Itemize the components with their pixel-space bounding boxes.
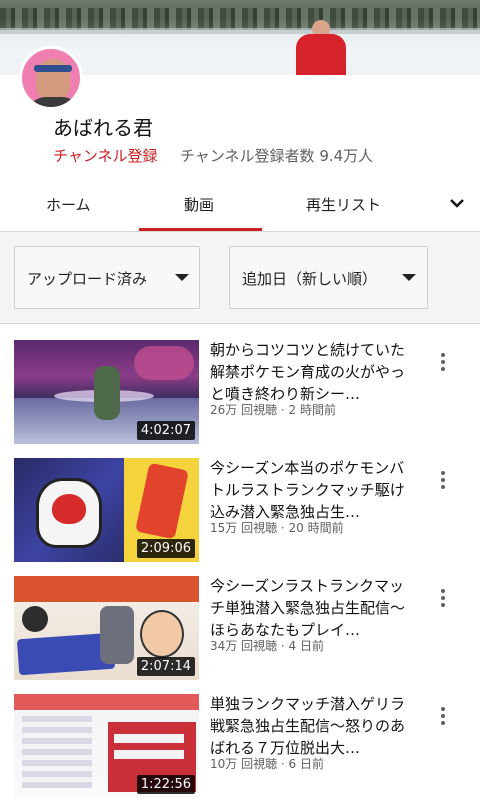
tab-videos[interactable]: 動画: [184, 194, 214, 215]
channel-tabs: ホーム 動画 再生リスト: [0, 176, 480, 232]
more-options-icon[interactable]: [438, 471, 448, 493]
video-meta: 26万 回視聴 · 2 時間前: [210, 403, 336, 417]
video-age: 20 時間前: [288, 521, 344, 535]
video-age: 6 日前: [288, 757, 324, 771]
avatar[interactable]: [19, 46, 83, 110]
more-options-icon[interactable]: [438, 353, 448, 375]
more-options-icon[interactable]: [438, 707, 448, 729]
video-title[interactable]: 今シーズンラストランクマッチ単独潜入緊急独占生配信〜ほらあなたもプレイ…: [210, 575, 410, 641]
sort-filter-label: 追加日（新しい順）: [242, 270, 378, 288]
tab-home[interactable]: ホーム: [46, 194, 91, 215]
upload-filter-label: アップロード済み: [27, 270, 148, 288]
video-duration: 4:02:07: [136, 421, 195, 440]
upload-filter-dropdown[interactable]: アップロード済み: [14, 246, 200, 309]
dropdown-arrow-icon: [175, 274, 189, 281]
video-views: 34万 回視聴: [210, 639, 278, 653]
chevron-down-icon[interactable]: [448, 196, 466, 210]
video-meta: 15万 回視聴 · 20 時間前: [210, 521, 344, 535]
more-options-icon[interactable]: [438, 589, 448, 611]
video-item[interactable]: 1:22:56 単独ランクマッチ潜入ゲリラ戦緊急独占生配信〜怒りのあばれる７万位…: [0, 691, 480, 801]
video-views: 10万 回視聴: [210, 757, 278, 771]
banner-person: [292, 20, 350, 75]
video-duration: 2:09:06: [136, 539, 195, 558]
video-meta: 10万 回視聴 · 6 日前: [210, 757, 324, 771]
video-title[interactable]: 単独ランクマッチ潜入ゲリラ戦緊急独占生配信〜怒りのあばれる７万位脱出大…: [210, 693, 410, 759]
video-item[interactable]: 2:07:14 今シーズンラストランクマッチ単独潜入緊急独占生配信〜ほらあなたも…: [0, 573, 480, 683]
video-age: 4 日前: [288, 639, 324, 653]
subscribe-button[interactable]: チャンネル登録: [53, 145, 158, 166]
video-item[interactable]: 2:09:06 今シーズン本当のポケモンバトルラストランクマッチ駆け込み潜入緊急…: [0, 455, 480, 565]
video-thumbnail[interactable]: 2:07:14: [14, 576, 199, 680]
banner-treeline: [0, 8, 480, 30]
sort-filter-dropdown[interactable]: 追加日（新しい順）: [229, 246, 428, 309]
video-thumbnail[interactable]: 4:02:07: [14, 340, 199, 444]
video-title[interactable]: 今シーズン本当のポケモンバトルラストランクマッチ駆け込み潜入緊急独占生…: [210, 457, 410, 523]
video-views: 26万 回視聴: [210, 403, 278, 417]
filter-bar: アップロード済み 追加日（新しい順）: [0, 232, 480, 324]
tab-playlists[interactable]: 再生リスト: [306, 194, 381, 215]
video-item[interactable]: 4:02:07 朝からコツコツと続けていた解禁ポケモン育成の火がやっと噴き終わり…: [0, 337, 480, 447]
video-thumbnail[interactable]: 2:09:06: [14, 458, 199, 562]
video-thumbnail[interactable]: 1:22:56: [14, 694, 199, 798]
video-meta: 34万 回視聴 · 4 日前: [210, 639, 324, 653]
selected-tab-indicator: [139, 228, 262, 231]
subscriber-count: チャンネル登録者数 9.4万人: [180, 147, 374, 165]
video-title[interactable]: 朝からコツコツと続けていた解禁ポケモン育成の火がやっと噴き終わり新シー…: [210, 339, 410, 405]
video-duration: 2:07:14: [136, 657, 195, 676]
dropdown-arrow-icon: [402, 274, 416, 281]
video-age: 2 時間前: [288, 403, 336, 417]
banner-snowline: [0, 28, 480, 34]
video-views: 15万 回視聴: [210, 521, 278, 535]
video-duration: 1:22:56: [136, 775, 195, 794]
channel-name: あばれる君: [53, 116, 153, 140]
